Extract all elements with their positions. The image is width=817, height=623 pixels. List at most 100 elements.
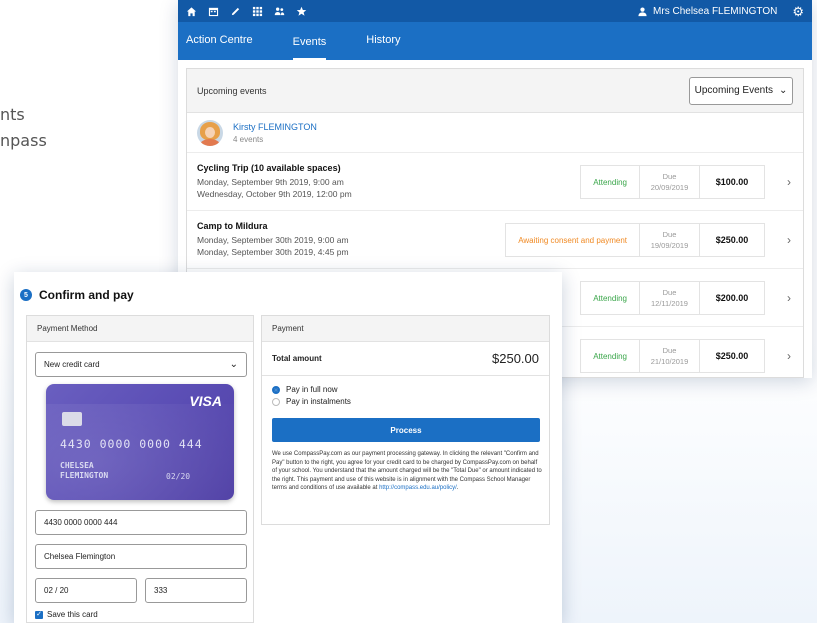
due-label: Due — [662, 288, 677, 297]
payment-panel: Payment Total amount $250.00 Pay in full… — [261, 315, 550, 525]
chevron-right-icon[interactable]: › — [787, 175, 791, 189]
background-copy-line: nts — [0, 105, 25, 124]
event-title: Cycling Trip (10 available spaces) — [197, 163, 341, 173]
event-summary: Awaiting consent and payment Due 19/09/2… — [505, 223, 765, 257]
gear-icon[interactable]: ⚙ — [792, 5, 804, 18]
event-amount: $200.00 — [715, 293, 749, 303]
due-date: 19/09/2019 — [650, 241, 689, 250]
student-event-count: 4 events — [233, 134, 264, 144]
expiry-field[interactable]: 02 / 20 — [35, 578, 137, 603]
status-badge: Awaiting consent and payment — [506, 224, 640, 256]
event-amount: $100.00 — [715, 177, 749, 187]
status-badge: Attending — [581, 340, 640, 372]
star-icon[interactable] — [296, 6, 307, 17]
user-name[interactable]: Mrs Chelsea FLEMINGTON — [653, 6, 777, 17]
total-amount-row: Total amount $250.00 — [262, 342, 549, 376]
due-date-box: Due 20/09/2019 — [640, 166, 700, 198]
tab-history[interactable]: History — [366, 34, 400, 60]
due-label: Due — [662, 230, 677, 239]
event-title: Camp to Mildura — [197, 221, 268, 231]
grid-icon[interactable] — [252, 6, 263, 17]
student-name[interactable]: Kirsty FLEMINGTON — [233, 122, 317, 132]
event-end: Wednesday, October 9th 2019, 12:00 pm — [197, 189, 352, 199]
radio-unselected-icon[interactable] — [272, 397, 280, 406]
checkmark-icon[interactable]: ✓ — [35, 610, 43, 619]
event-row[interactable]: Cycling Trip (10 available spaces) Monda… — [187, 153, 803, 211]
total-amount-value: $250.00 — [492, 351, 539, 366]
cardholder-name-value: Chelsea Flemington — [44, 552, 116, 561]
payment-terms-text: We use CompassPay.com as our payment pro… — [272, 450, 542, 493]
card-number-display: 4430 0000 0000 444 — [60, 437, 203, 451]
event-end: Monday, September 30th 2019, 4:45 pm — [197, 247, 349, 257]
pay-full-option[interactable]: Pay in full now — [272, 385, 549, 394]
tab-events[interactable]: Events — [292, 36, 327, 60]
events-panel-title: Upcoming events — [197, 85, 267, 96]
cvv-field[interactable]: 333 — [145, 578, 247, 603]
due-date: 20/09/2019 — [650, 183, 689, 192]
save-card-label: Save this card — [47, 610, 98, 619]
terms-end: . — [456, 485, 459, 491]
confirm-pay-title: Confirm and pay — [39, 288, 134, 302]
chevron-right-icon[interactable]: › — [787, 349, 791, 363]
people-icon[interactable] — [274, 6, 285, 17]
event-start: Monday, September 30th 2019, 9:00 am — [197, 235, 349, 245]
background-copy-line: npass — [0, 131, 47, 150]
status-badge: Attending — [581, 166, 640, 198]
payment-method-panel: Payment Method New credit card ⌄ VISA 44… — [26, 315, 254, 623]
total-amount-label: Total amount — [272, 354, 322, 363]
radio-selected-icon[interactable] — [272, 385, 280, 394]
top-toolbar: Mrs Chelsea FLEMINGTON ⚙ — [178, 0, 812, 22]
process-button[interactable]: Process — [272, 418, 540, 442]
cardholder-name-field[interactable]: Chelsea Flemington — [35, 544, 247, 569]
chevron-right-icon[interactable]: › — [787, 291, 791, 305]
event-summary: Attending Due 20/09/2019 $100.00 — [580, 165, 765, 199]
payment-header: Payment — [262, 316, 549, 342]
due-date-box: Due 21/10/2019 — [640, 340, 700, 372]
payment-method-value: New credit card — [44, 360, 100, 369]
pencil-icon[interactable] — [230, 6, 241, 17]
card-number-field[interactable]: 4430 0000 0000 444 — [35, 510, 247, 535]
event-row[interactable]: Camp to Mildura Monday, September 30th 2… — [187, 211, 803, 269]
events-panel-header: Upcoming events Upcoming Events ⌄ — [187, 69, 803, 113]
due-label: Due — [662, 172, 677, 181]
due-label: Due — [662, 346, 677, 355]
events-filter-value: Upcoming Events — [694, 85, 773, 96]
calendar-icon[interactable] — [208, 6, 219, 17]
main-nav: Action Centre Events History — [178, 22, 812, 60]
card-holder-line: CHELSEA — [60, 461, 94, 470]
card-holder-line: FLEMINGTON — [60, 471, 109, 480]
event-summary: Attending Due 12/11/2019 $200.00 — [580, 281, 765, 315]
tab-action-centre[interactable]: Action Centre — [186, 34, 253, 60]
chevron-down-icon: ⌄ — [229, 359, 238, 370]
chevron-right-icon[interactable]: › — [787, 233, 791, 247]
avatar — [197, 119, 223, 146]
event-amount: $250.00 — [715, 235, 749, 245]
step-number: 5 — [20, 289, 32, 301]
event-summary: Attending Due 21/10/2019 $250.00 — [580, 339, 765, 373]
card-chip-icon — [62, 412, 82, 426]
cvv-value: 333 — [154, 586, 168, 595]
student-row[interactable]: Kirsty FLEMINGTON 4 events — [187, 113, 803, 153]
payment-method-select[interactable]: New credit card ⌄ — [35, 352, 247, 377]
user-icon[interactable] — [637, 6, 648, 17]
card-expiry-display: 02/20 — [166, 472, 191, 481]
due-date: 12/11/2019 — [651, 299, 688, 308]
confirm-pay-window: 5 Confirm and pay Payment Method New cre… — [14, 272, 562, 623]
payment-method-header: Payment Method — [27, 316, 253, 342]
save-card-checkbox[interactable]: ✓ Save this card — [35, 610, 98, 619]
due-date-box: Due 19/09/2019 — [640, 224, 700, 256]
chevron-down-icon: ⌄ — [778, 85, 788, 96]
event-amount: $250.00 — [715, 351, 749, 361]
events-filter-dropdown[interactable]: Upcoming Events ⌄ — [689, 76, 793, 105]
confirm-pay-heading: 5 Confirm and pay — [20, 288, 134, 302]
pay-full-label: Pay in full now — [286, 385, 338, 394]
pay-instalments-label: Pay in instalments — [286, 397, 351, 406]
card-brand-logo: VISA — [189, 393, 222, 409]
event-start: Monday, September 9th 2019, 9:00 am — [197, 177, 344, 187]
pay-instalments-option[interactable]: Pay in instalments — [272, 397, 549, 406]
card-holder-display: CHELSEA FLEMINGTON — [60, 461, 108, 481]
home-icon[interactable] — [186, 6, 197, 17]
due-date-box: Due 12/11/2019 — [640, 282, 700, 314]
status-badge: Attending — [581, 282, 640, 314]
policy-link[interactable]: http://compass.edu.au/policy/ — [379, 485, 457, 491]
